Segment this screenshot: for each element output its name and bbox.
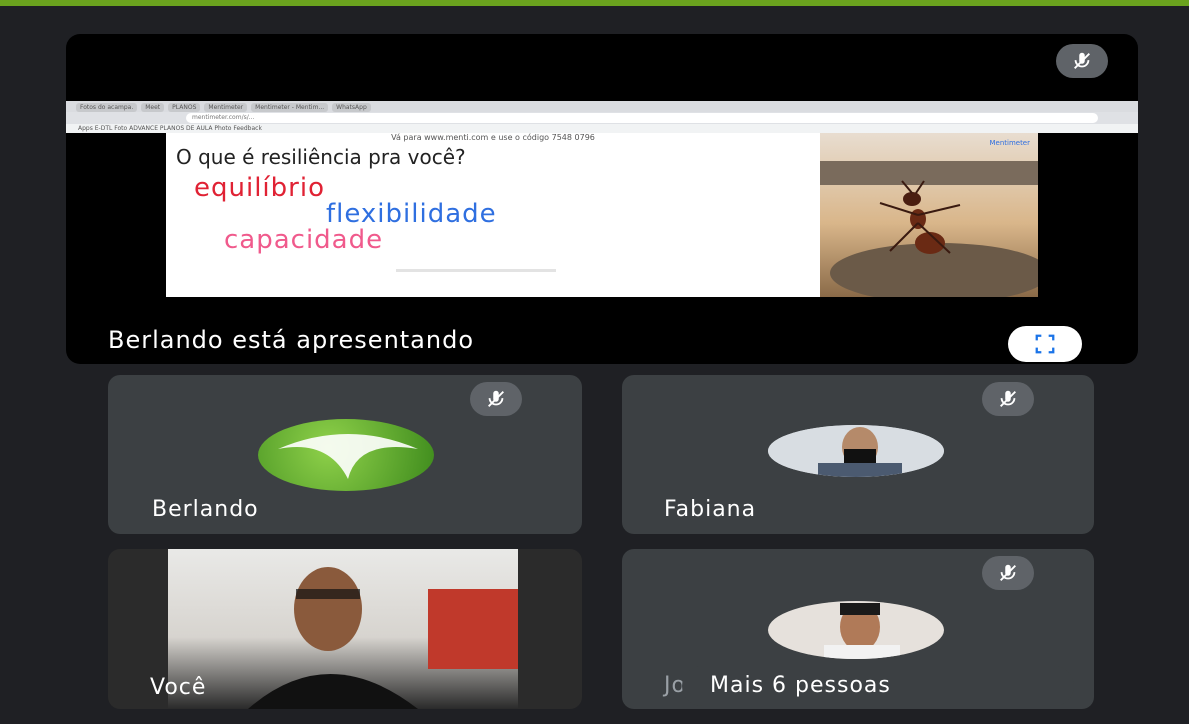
word-equilibrio: equilíbrio [194, 173, 325, 203]
more-people-button[interactable]: Mais 6 pessoas [682, 666, 1074, 706]
participant-name: Você [150, 675, 207, 700]
more-people-label: Mais 6 pessoas [710, 673, 891, 698]
avatar-logo [258, 419, 434, 491]
mic-muted-icon [1056, 44, 1108, 78]
presenter-label: Berlando está apresentando [108, 326, 475, 354]
participant-tile-berlando[interactable]: Berlando [108, 375, 582, 534]
avatar [768, 601, 944, 659]
browser-tab: WhatsApp [332, 103, 371, 112]
participant-name: Berlando [152, 497, 259, 522]
browser-tab: Mentimeter - Mentim... [251, 103, 329, 112]
browser-tabs: Fotos do acampa. Meet PLANOS Mentimeter … [66, 101, 1138, 112]
fullscreen-icon [1035, 334, 1055, 354]
avatar [768, 425, 944, 477]
ant-photo: Mentimeter [820, 133, 1038, 297]
shared-browser-chrome: Fotos do acampa. Meet PLANOS Mentimeter … [66, 101, 1138, 133]
mic-muted-icon [982, 556, 1034, 590]
participant-tile-fabiana[interactable]: Fabiana [622, 375, 1094, 534]
mic-muted-icon [982, 382, 1034, 416]
slide-question: O que é resiliência pra você? [176, 145, 466, 169]
browser-bookmarks: Apps E-DTL Foto ADVANCE PLANOS DE AULA P… [66, 124, 1138, 133]
mic-muted-icon [470, 382, 522, 416]
word-capacidade: capacidade [224, 225, 384, 255]
self-video [168, 549, 518, 709]
slide-instruction: Vá para www.menti.com e use o código 754… [391, 133, 595, 142]
fullscreen-button[interactable] [1008, 326, 1082, 362]
mentimeter-slide: Vá para www.menti.com e use o código 754… [166, 133, 1038, 297]
browser-tab: Meet [141, 103, 165, 112]
participant-tile-more[interactable]: Jo Mais 6 pessoas [622, 549, 1094, 709]
browser-tab: Fotos do acampa. [76, 103, 138, 112]
browser-url: mentimeter.com/s/... [186, 113, 1098, 123]
browser-tab: PLANOS [168, 103, 201, 112]
browser-tab: Mentimeter [204, 103, 248, 112]
slide-footer [396, 269, 556, 272]
participant-tile-voce[interactable]: Você [108, 549, 582, 709]
participant-name: Fabiana [664, 497, 757, 522]
